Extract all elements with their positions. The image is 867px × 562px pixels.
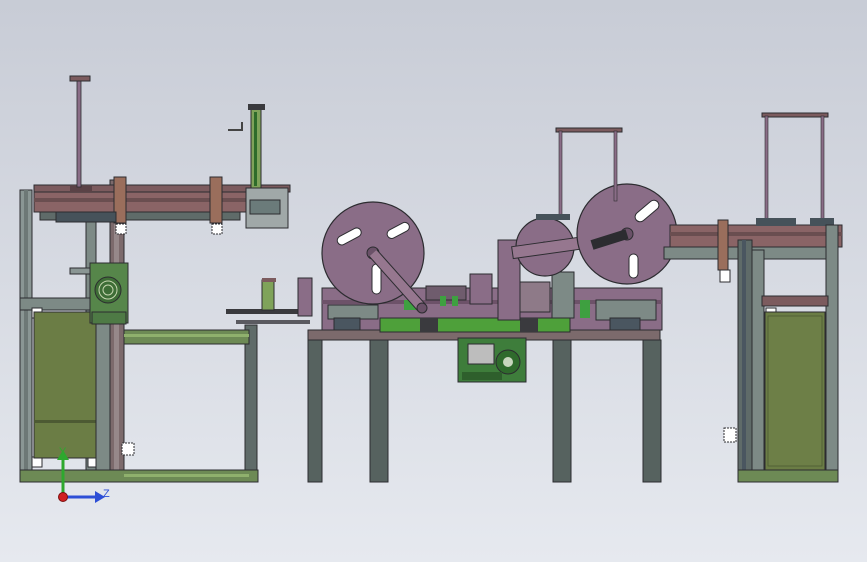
motor-gearbox xyxy=(457,337,527,383)
cad-viewport[interactable]: Y Z xyxy=(0,0,867,562)
right-reel xyxy=(576,183,678,285)
assembly-view[interactable]: Y Z xyxy=(0,0,867,562)
left-cabinet xyxy=(33,311,111,471)
y-axis-label: Y xyxy=(59,446,67,458)
z-axis-label: Z xyxy=(103,488,110,500)
right-cabinet xyxy=(764,311,826,471)
origin-point xyxy=(58,492,68,502)
right-guide-rods xyxy=(536,112,829,221)
